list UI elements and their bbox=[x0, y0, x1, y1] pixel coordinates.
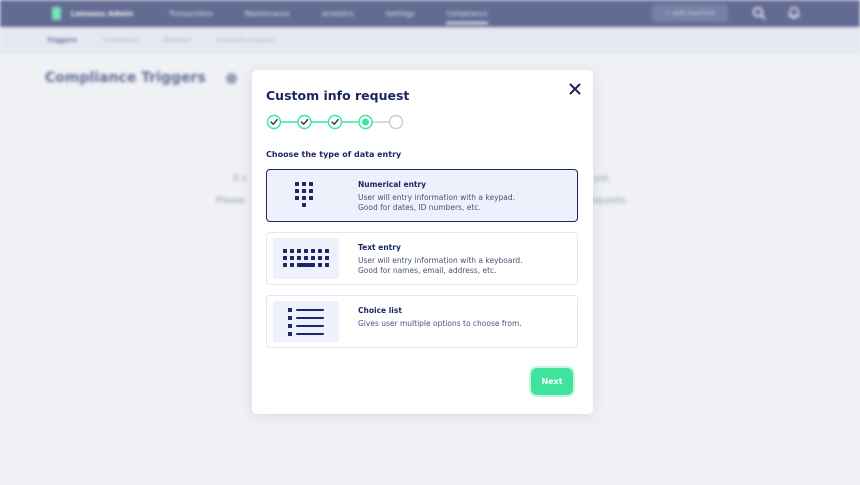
step-completed bbox=[297, 114, 312, 130]
keyboard-icon bbox=[273, 238, 339, 279]
option-title: Numerical entry bbox=[358, 180, 427, 189]
option-description: Gives user multiple options to choose fr… bbox=[358, 319, 522, 328]
option-numerical-entry[interactable]: Numerical entry User will entry informat… bbox=[266, 169, 578, 222]
next-button[interactable]: Next bbox=[531, 368, 573, 395]
option-text-entry[interactable]: Text entry User will entry information w… bbox=[266, 232, 578, 285]
section-label: Choose the type of data entry bbox=[266, 150, 402, 159]
option-description: User will entry information with a keybo… bbox=[358, 256, 523, 275]
keypad-icon bbox=[273, 175, 339, 216]
step-completed bbox=[327, 114, 343, 130]
option-title: Choice list bbox=[358, 306, 402, 315]
step-pending bbox=[388, 114, 404, 130]
option-choice-list[interactable]: Choice list Gives user multiple options … bbox=[266, 295, 578, 348]
list-icon bbox=[273, 301, 339, 342]
option-title: Text entry bbox=[358, 243, 401, 252]
progress-stepper bbox=[266, 114, 404, 130]
custom-info-request-modal: Custom info request Choose the type of d… bbox=[252, 70, 593, 414]
step-completed bbox=[266, 114, 282, 130]
option-description: User will entry information with a keypa… bbox=[358, 193, 516, 212]
modal-title: Custom info request bbox=[266, 88, 410, 103]
close-icon[interactable] bbox=[567, 81, 583, 97]
current-step-dot bbox=[362, 118, 369, 126]
